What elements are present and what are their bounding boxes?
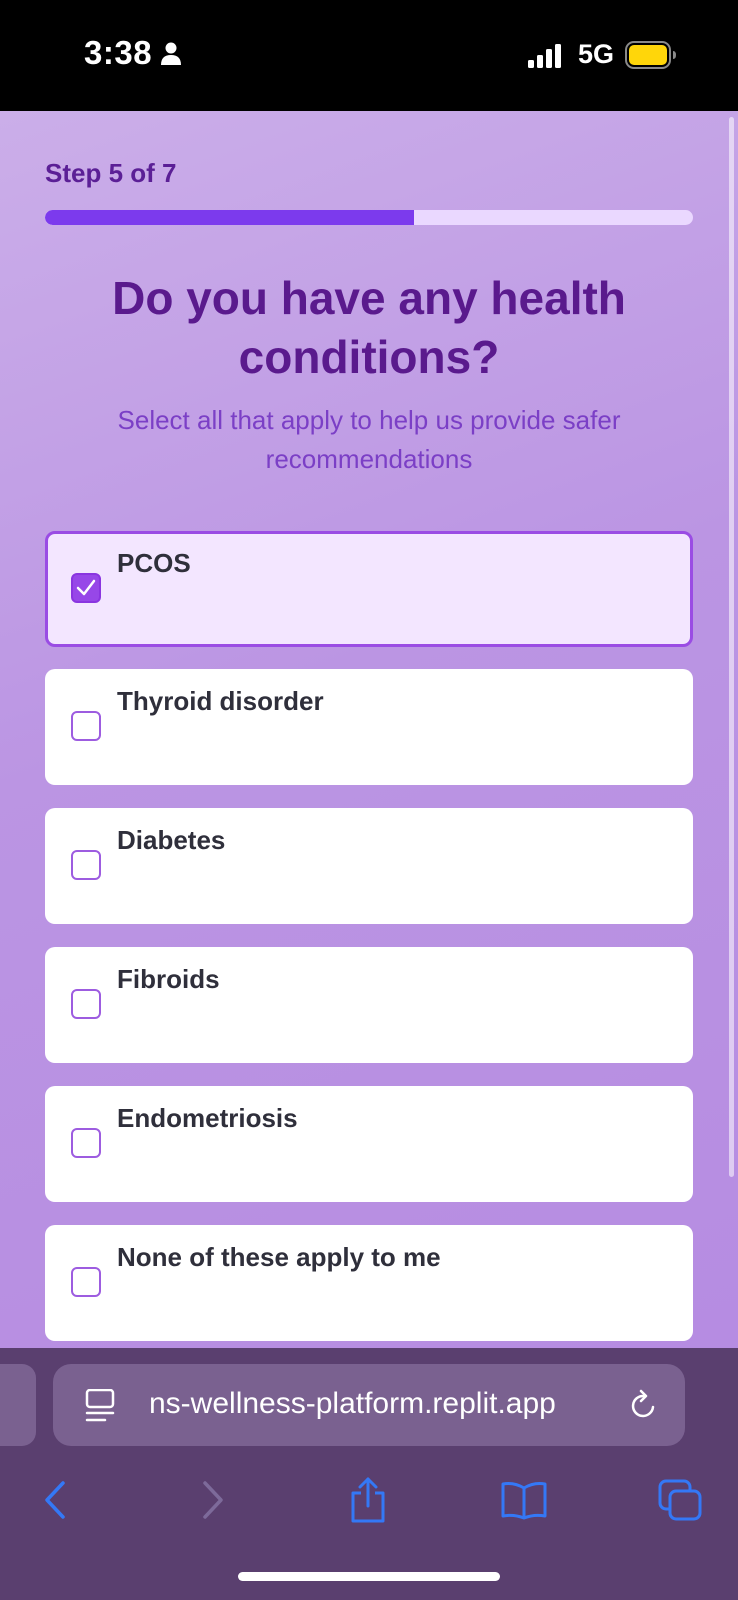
bookmarks-button[interactable] <box>494 1470 554 1530</box>
checkbox-none[interactable] <box>71 1267 101 1297</box>
signal-icon <box>528 44 564 73</box>
option-fibroids[interactable]: Fibroids <box>45 947 693 1063</box>
option-label: PCOS <box>117 548 191 578</box>
option-diabetes[interactable]: Diabetes <box>45 808 693 924</box>
tabs-button[interactable] <box>650 1470 710 1530</box>
step-label: Step 5 of 7 <box>45 158 177 188</box>
checkbox-fibroids[interactable] <box>71 989 101 1019</box>
share-button[interactable] <box>338 1470 398 1530</box>
page-menu-icon[interactable] <box>85 1388 117 1428</box>
reload-icon[interactable] <box>629 1389 659 1426</box>
share-icon <box>351 1477 385 1523</box>
checkmark-icon <box>76 579 96 596</box>
status-time: 3:38 <box>84 34 153 71</box>
option-label: Diabetes <box>117 825 226 855</box>
checkbox-diabetes[interactable] <box>71 850 101 880</box>
questionnaire-page: Step 5 of 7 Do you have any health condi… <box>0 111 738 1348</box>
battery-icon <box>625 41 677 74</box>
option-thyroid-disorder[interactable]: Thyroid disorder <box>45 669 693 785</box>
network-label: 5G <box>578 39 615 69</box>
option-none[interactable]: None of these apply to me <box>45 1225 693 1341</box>
page-subtitle: Select all that apply to help us provide… <box>117 405 621 474</box>
option-endometriosis[interactable]: Endometriosis <box>45 1086 693 1202</box>
progress-fill <box>45 210 415 225</box>
option-label: Thyroid disorder <box>117 686 324 716</box>
url-text: ns-wellness-platform.replit.app <box>149 1387 556 1420</box>
status-bar: 3:38 5G <box>0 0 738 111</box>
checkbox-pcos[interactable] <box>71 573 101 603</box>
browser-toolbar: ns-wellness-platform.replit.app <box>0 1348 738 1600</box>
forward-button[interactable] <box>183 1470 243 1530</box>
back-button[interactable] <box>25 1470 85 1530</box>
back-icon <box>45 1481 65 1519</box>
address-bar[interactable]: ns-wellness-platform.replit.app <box>53 1364 685 1446</box>
option-label: None of these apply to me <box>117 1242 441 1272</box>
checkbox-endometriosis[interactable] <box>71 1128 101 1158</box>
checkbox-thyroid-disorder[interactable] <box>71 711 101 741</box>
home-indicator[interactable] <box>238 1572 500 1581</box>
scroll-indicator[interactable] <box>729 117 734 1177</box>
bookmarks-icon <box>501 1482 547 1520</box>
tabs-icon <box>658 1479 702 1521</box>
option-label: Endometriosis <box>117 1103 298 1133</box>
progress-bar <box>45 210 693 225</box>
forward-icon <box>203 1481 223 1519</box>
page-title: Do you have any health conditions? <box>112 272 626 383</box>
option-label: Fibroids <box>117 964 220 994</box>
option-pcos[interactable]: PCOS <box>45 531 693 647</box>
previous-tab-edge[interactable] <box>0 1364 36 1446</box>
person-icon <box>160 42 182 71</box>
